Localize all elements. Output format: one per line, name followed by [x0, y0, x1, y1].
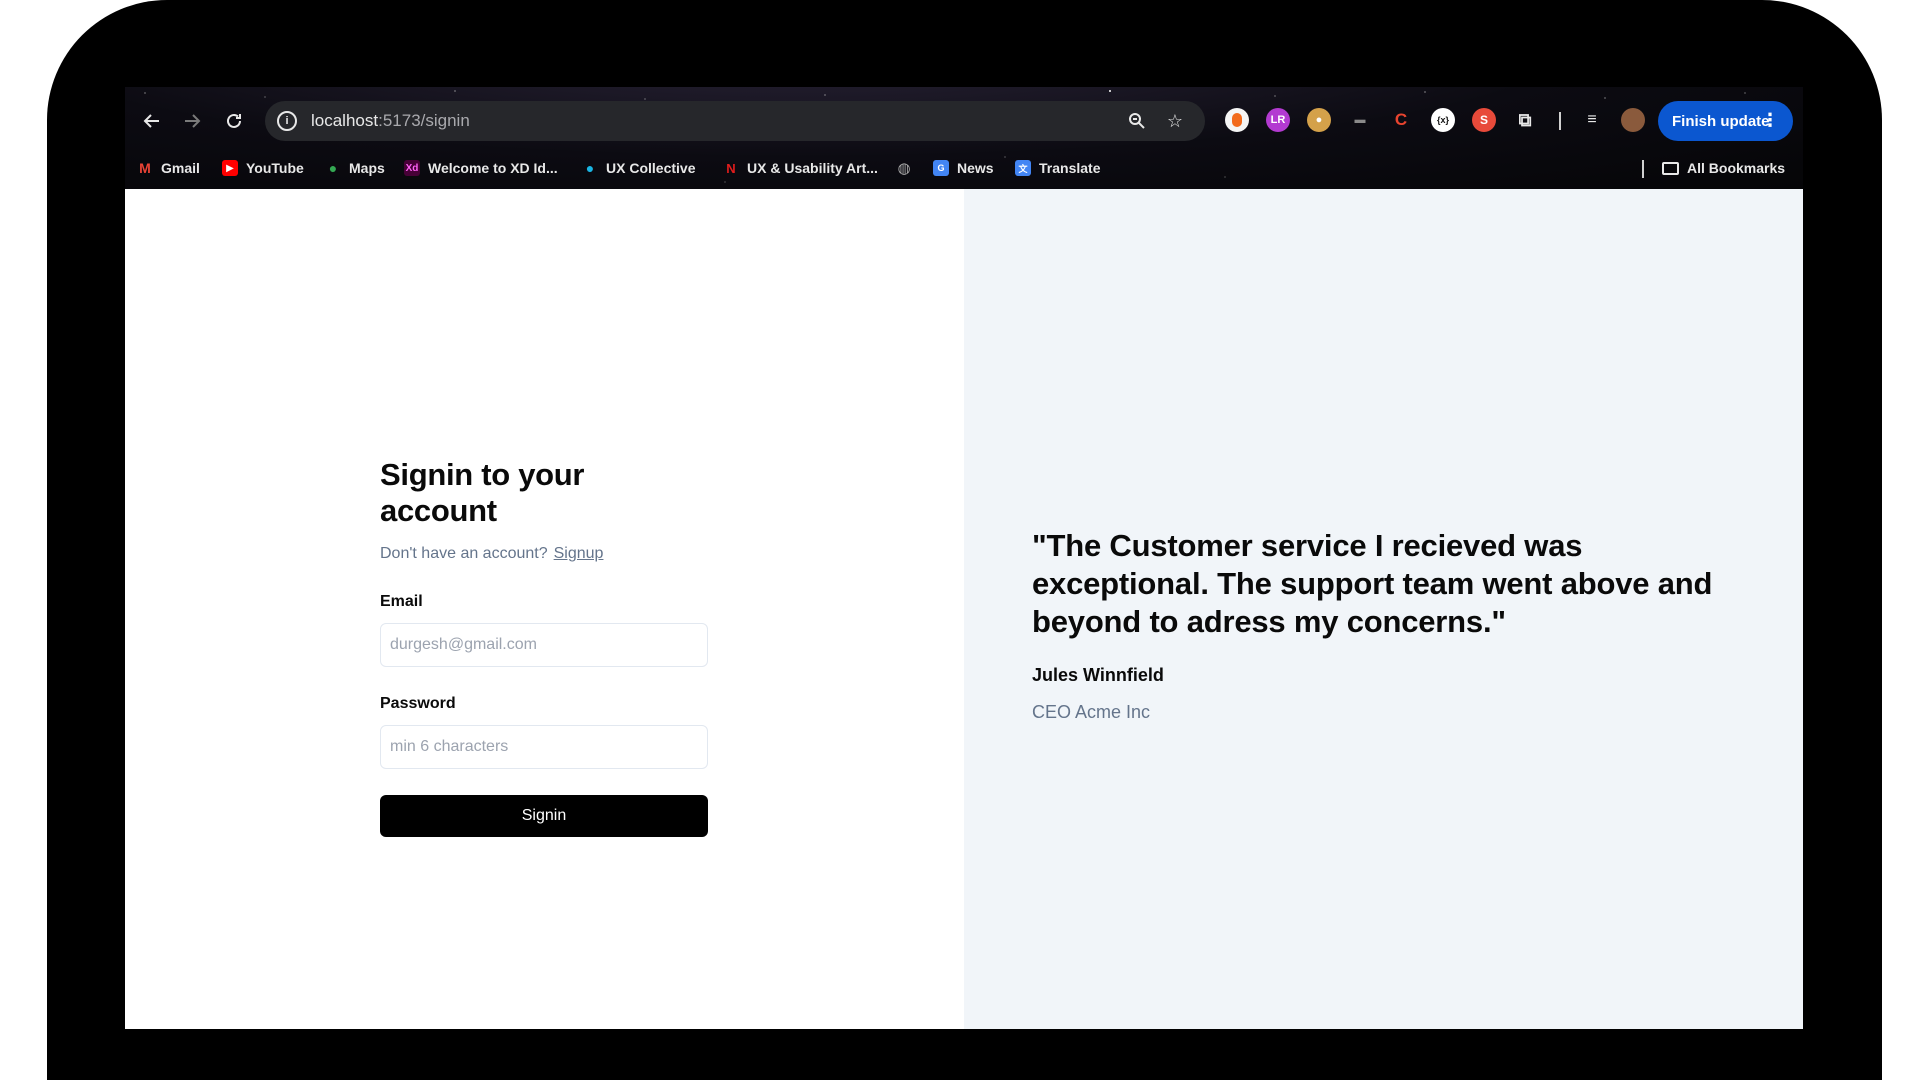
password-field[interactable] [380, 725, 708, 769]
bookmark-ux-collective[interactable]: ● UX Collective [582, 157, 696, 179]
bookmark-news[interactable]: G News [933, 157, 994, 179]
testimonial: "The Customer service I recieved was exc… [1032, 527, 1752, 723]
url-text[interactable]: localhost:5173/signin [311, 111, 470, 131]
extension-orange-icon[interactable] [1225, 108, 1249, 132]
bookmark-label: UX & Usability Art... [747, 160, 878, 176]
signin-form: Signin to your account Don't have an acc… [380, 457, 708, 837]
bookmarks-divider [1642, 160, 1644, 178]
url-host: localhost [311, 111, 379, 130]
bookmark-label: UX Collective [606, 160, 696, 176]
bookmark-translate[interactable]: 文 Translate [1015, 157, 1100, 179]
page-viewport: Signin to your account Don't have an acc… [125, 189, 1803, 1029]
signin-panel: Signin to your account Don't have an acc… [125, 189, 964, 1029]
signup-link[interactable]: Signup [554, 545, 604, 562]
finish-update-label: Finish update [1672, 112, 1770, 130]
news-icon: G [933, 160, 949, 176]
gmail-icon: M [139, 160, 151, 176]
all-bookmarks[interactable]: All Bookmarks [1662, 157, 1785, 179]
bookmark-label: Maps [349, 160, 385, 176]
testimonial-panel: "The Customer service I recieved was exc… [964, 189, 1803, 1029]
zoom-icon[interactable] [1125, 109, 1149, 133]
bookmark-label: News [957, 160, 994, 176]
testimonial-author: Jules Winnfield [1032, 665, 1164, 685]
maps-icon: ● [328, 160, 338, 176]
reload-button[interactable] [220, 107, 248, 135]
arrow-right-icon [185, 114, 201, 128]
bookmark-xd[interactable]: Xd Welcome to XD Id... [404, 157, 558, 179]
translate-icon: 文 [1015, 160, 1031, 176]
url-path: :5173/signin [378, 111, 470, 130]
extension-s-icon[interactable]: S [1472, 108, 1496, 132]
site-info-icon[interactable]: i [277, 111, 297, 131]
extension-lr-icon[interactable]: LR [1266, 108, 1290, 132]
bookmark-label: Gmail [161, 160, 200, 176]
bookmark-gmail[interactable]: M Gmail [137, 157, 200, 179]
testimonial-quote: "The Customer service I recieved was exc… [1032, 528, 1713, 639]
page-title: Signin to your account [380, 457, 585, 528]
bookmark-label: Translate [1039, 160, 1101, 176]
bookmark-star-icon[interactable]: ☆ [1163, 109, 1187, 133]
folder-icon [1662, 161, 1679, 175]
signin-button[interactable]: Signin [380, 795, 708, 837]
reload-icon [227, 113, 241, 128]
email-label: Email [380, 593, 423, 610]
bookmark-youtube[interactable]: ▶ YouTube [222, 157, 304, 179]
email-field[interactable] [380, 623, 708, 667]
ux-collective-icon: ● [585, 160, 595, 176]
media-control-icon[interactable]: ≡ [1580, 108, 1604, 132]
more-vert-icon[interactable]: ⋮ [1761, 111, 1779, 129]
address-bar[interactable]: i localhost:5173/signin ☆ [265, 101, 1205, 141]
all-bookmarks-label: All Bookmarks [1687, 160, 1786, 176]
password-label: Password [380, 695, 456, 712]
youtube-icon: ▶ [222, 160, 238, 176]
extension-code-icon[interactable]: {x} [1431, 108, 1455, 132]
forward-button[interactable] [178, 107, 206, 135]
testimonial-role: CEO Acme Inc [1032, 702, 1151, 722]
signup-prompt-text: Don't have an account? [380, 545, 548, 562]
back-button[interactable] [138, 107, 166, 135]
signup-prompt: Don't have an account? Signup [380, 545, 708, 563]
profile-avatar[interactable] [1621, 108, 1645, 132]
bookmark-label: Welcome to XD Id... [428, 160, 558, 176]
bookmark-nng[interactable]: N UX & Usability Art... [723, 157, 878, 179]
nng-icon: N [726, 160, 736, 176]
extension-c-icon[interactable]: C [1389, 108, 1413, 132]
extensions-puzzle-icon[interactable]: ⧉ [1513, 108, 1537, 132]
bookmark-globe[interactable]: ◍ [896, 157, 920, 179]
extension-cap-icon[interactable]: ▬ [1348, 108, 1372, 132]
bookmarks-bar: M Gmail ▶ YouTube ● Maps Xd Welcome to X… [125, 151, 1803, 185]
globe-icon: ◍ [897, 160, 911, 177]
arrow-left-icon [143, 114, 159, 128]
adobe-xd-icon: Xd [404, 160, 420, 176]
bookmark-maps[interactable]: ● Maps [325, 157, 385, 179]
cookie-icon[interactable]: ● [1307, 108, 1331, 132]
toolbar-divider [1559, 112, 1561, 130]
finish-update-button[interactable]: Finish update ⋮ [1658, 101, 1793, 141]
browser-chrome: i localhost:5173/signin ☆ LR ● ▬ C {x} S… [125, 87, 1803, 189]
bookmark-label: YouTube [246, 160, 304, 176]
